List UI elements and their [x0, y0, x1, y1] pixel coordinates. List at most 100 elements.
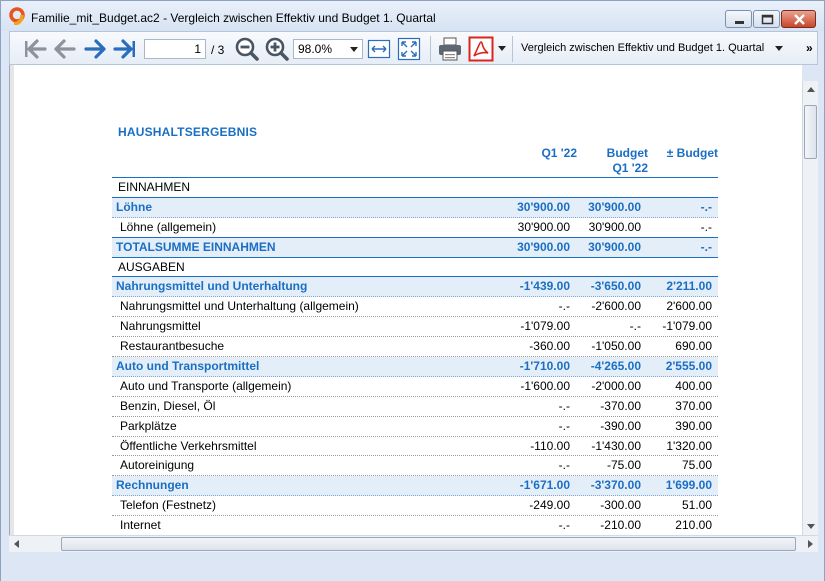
window-title: Familie_mit_Budget.ac2 - Vergleich zwisc… — [31, 11, 436, 25]
previous-page-icon[interactable] — [52, 36, 78, 62]
toolbar: 1 / 3 98.0% Vergleich zwischen Effektiv … — [9, 31, 818, 65]
row-label: Löhne (allgemein) — [120, 219, 217, 234]
fit-width-icon[interactable] — [366, 36, 392, 62]
value-budget: -1'430.00 — [591, 438, 641, 453]
value-budget: 30'900.00 — [588, 239, 641, 254]
first-page-icon[interactable] — [22, 36, 48, 62]
fit-page-icon[interactable] — [396, 36, 422, 62]
minimize-icon — [735, 21, 744, 24]
value-difference: 690.00 — [675, 339, 712, 354]
print-icon[interactable] — [437, 36, 463, 62]
page-edge — [10, 65, 14, 535]
column-header-budget: Budget Q1 '22 — [606, 146, 648, 175]
pdf-icon[interactable] — [468, 36, 494, 62]
value-q1: -.- — [558, 398, 570, 413]
pdf-options-chevron-icon[interactable] — [498, 46, 506, 51]
row-label: Auto und Transportmittel — [116, 359, 260, 374]
table-row: Öffentliche Verkehrsmittel -110.00 -1'430.… — [112, 437, 718, 457]
group-row: Auto und Transportmittel -1'710.00 -4'265.… — [112, 357, 718, 377]
vertical-scrollbar[interactable] — [802, 81, 818, 535]
last-page-icon[interactable] — [112, 36, 138, 62]
value-budget: -2'600.00 — [591, 299, 641, 314]
value-q1: -.- — [558, 418, 570, 433]
row-label: Löhne — [116, 199, 152, 214]
value-q1: -.- — [558, 458, 570, 473]
row-label: Rechnungen — [116, 478, 189, 493]
group-row: Rechnungen -1'671.00 -3'370.00 1'699.00 — [112, 476, 718, 497]
table-row: Restaurantbesuche -360.00 -1'050.00 690.00 — [112, 337, 718, 358]
title-bar[interactable]: Familie_mit_Budget.ac2 - Vergleich zwisc… — [1, 1, 824, 31]
app-window: Familie_mit_Budget.ac2 - Vergleich zwisc… — [0, 0, 825, 581]
horizontal-scroll-thumb[interactable] — [61, 537, 796, 551]
page-total-label: / 3 — [211, 43, 225, 57]
column-header-q1: Q1 '22 — [541, 146, 577, 160]
scroll-right-icon[interactable] — [808, 540, 813, 548]
scroll-up-icon[interactable] — [807, 87, 815, 92]
value-difference: 2'600.00 — [666, 299, 712, 314]
zoom-select[interactable]: 98.0% — [293, 39, 363, 59]
value-budget: -300.00 — [600, 498, 641, 513]
banana-logo-icon — [9, 7, 25, 25]
toolbar-overflow-button[interactable]: » — [806, 41, 813, 55]
row-label: Benzin, Diesel, Öl — [120, 398, 216, 413]
row-label: Internet — [120, 518, 161, 533]
scroll-left-icon[interactable] — [14, 540, 19, 548]
value-difference: -.- — [700, 219, 712, 234]
report-chevron-down-icon[interactable] — [775, 46, 783, 51]
row-label: Nahrungsmittel und Unterhaltung (allgeme… — [120, 299, 359, 314]
value-budget: -390.00 — [600, 418, 641, 433]
zoom-in-icon[interactable] — [264, 36, 290, 62]
table-row: Parkplätze -.- -390.00 390.00 — [112, 417, 718, 437]
scroll-down-icon[interactable] — [807, 524, 815, 529]
value-q1: -1'671.00 — [519, 478, 570, 493]
section-row: AUSGABEN — [112, 258, 718, 278]
minimize-button[interactable] — [725, 10, 752, 28]
table-row: Benzin, Diesel, Öl -.- -370.00 370.00 — [112, 397, 718, 417]
group-row: Nahrungsmittel und Unterhaltung -1'439.00… — [112, 277, 718, 298]
vertical-scroll-thumb[interactable] — [804, 105, 817, 159]
zoom-out-icon[interactable] — [234, 36, 260, 62]
value-q1: -249.00 — [529, 498, 570, 513]
table-row: Internet -.- -210.00 210.00 — [112, 516, 718, 535]
table-row: Löhne (allgemein) 30'900.00 30'900.00 -.- — [112, 218, 718, 238]
chevron-down-icon — [350, 47, 358, 52]
value-difference: -1'079.00 — [662, 319, 712, 334]
zoom-value: 98.0% — [298, 42, 333, 56]
value-difference: 2'211.00 — [666, 279, 712, 294]
horizontal-scrollbar[interactable] — [9, 535, 818, 552]
value-budget: -2'000.00 — [591, 378, 641, 393]
value-difference: 210.00 — [675, 518, 712, 533]
value-difference: -.- — [700, 239, 712, 254]
maximize-button[interactable] — [753, 10, 780, 28]
close-button[interactable] — [781, 10, 816, 28]
row-label: AUSGABEN — [118, 259, 185, 274]
value-q1: -1'600.00 — [520, 378, 570, 393]
value-difference: -.- — [700, 199, 712, 214]
status-bar — [1, 553, 824, 581]
group-row: Löhne 30'900.00 30'900.00 -.- — [112, 197, 718, 218]
next-page-icon[interactable] — [82, 36, 108, 62]
value-q1: 30'900.00 — [517, 219, 570, 234]
table-row: Autoreinigung -.- -75.00 75.00 — [112, 456, 718, 477]
value-q1: -1'710.00 — [519, 359, 570, 374]
value-budget: -370.00 — [600, 398, 641, 413]
row-label: EINNAHMEN — [118, 180, 191, 194]
value-budget: -75.00 — [606, 458, 641, 473]
column-header-difference: ± Budget — [666, 146, 718, 160]
value-difference: 2'555.00 — [665, 359, 712, 374]
value-q1: -.- — [558, 518, 570, 533]
value-q1: 30'900.00 — [517, 239, 570, 254]
row-label: Auto und Transporte (allgemein) — [120, 378, 292, 393]
value-budget: -3'370.00 — [590, 478, 641, 493]
total-row: TOTALSUMME EINNAHMEN 30'900.00 30'900.00 -.… — [112, 237, 718, 258]
value-budget: -210.00 — [600, 518, 641, 533]
report-select[interactable]: Vergleich zwischen Effektiv und Budget 1… — [521, 42, 764, 54]
page-number-input[interactable]: 1 — [144, 39, 206, 59]
row-label: Nahrungsmittel — [120, 319, 201, 334]
close-icon — [794, 14, 805, 25]
table-row: Telefon (Festnetz) -249.00 -300.00 51.00 — [112, 496, 718, 517]
row-label: Öffentliche Verkehrsmittel — [120, 438, 257, 453]
table-row: Auto und Transporte (allgemein) -1'600.00… — [112, 377, 718, 397]
document-viewport[interactable]: HAUSHALTSERGEBNIS Q1 '22 Budget Q1 '22 ±… — [9, 65, 802, 535]
report-title: HAUSHALTSERGEBNIS — [118, 125, 258, 139]
